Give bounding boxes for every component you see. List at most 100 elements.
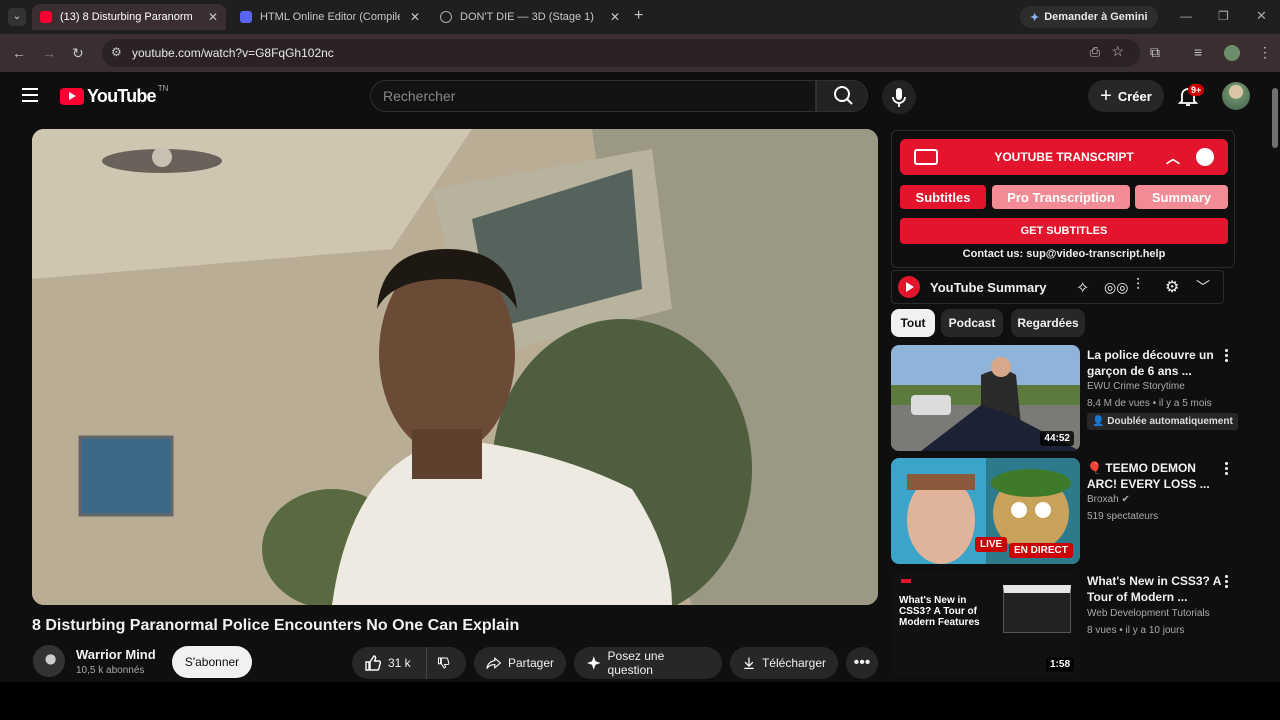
audio-wave-icon[interactable]: ⫶: [1136, 277, 1140, 295]
logo-region: TN: [157, 84, 169, 93]
verified-check-icon: ✔: [1121, 494, 1130, 505]
video-thumbnail[interactable]: LIVE EN DIRECT: [891, 458, 1080, 564]
recommendation-item[interactable]: 44:52 La police découvre un garçon de 6 …: [891, 345, 1261, 453]
video-thumbnail[interactable]: What's New in CSS3? A Tour of Modern Fea…: [891, 571, 1080, 677]
back-arrow-icon[interactable]: ←: [12, 45, 26, 61]
like-button[interactable]: 31 k: [352, 647, 426, 679]
account-avatar[interactable]: [1222, 82, 1250, 110]
address-bar-row: ← → ↻ ⚙ youtube.com/watch?v=G8FqGh102nc …: [0, 34, 1280, 72]
chip-podcast[interactable]: Podcast: [941, 309, 1003, 337]
restore-button[interactable]: ❐: [1218, 9, 1229, 23]
youtube-icon: [40, 11, 52, 23]
en-direct-label: EN DIRECT: [1014, 545, 1068, 556]
video-title: 8 Disturbing Paranormal Police Encounter…: [32, 617, 520, 634]
subtitles-button[interactable]: Subtitles: [900, 185, 986, 209]
code-screenshot-image: [1003, 585, 1071, 633]
close-icon[interactable]: ✕: [410, 10, 420, 24]
youtube-summary-bar[interactable]: YouTube Summary ✧ ◎◎ ⫶ ⚙ ﹀: [891, 270, 1224, 304]
thumbs-down-icon: [437, 657, 450, 669]
user-icon[interactable]: [1196, 148, 1214, 166]
more-horizontal-icon: •••: [853, 654, 871, 671]
channel-name[interactable]: Broxah ✔: [1087, 494, 1130, 505]
pro-transcription-button[interactable]: Pro Transcription: [992, 185, 1130, 209]
window-close-button[interactable]: ✕: [1256, 8, 1267, 24]
share-button[interactable]: Partager: [474, 647, 566, 679]
youtube-logo[interactable]: YouTube TN: [60, 84, 169, 107]
chevron-down-icon[interactable]: ﹀: [1196, 277, 1210, 297]
page-scrollbar[interactable]: [1270, 72, 1280, 682]
channel-name[interactable]: Web Development Tutorials: [1087, 608, 1210, 619]
more-actions-button[interactable]: •••: [846, 647, 878, 679]
create-button[interactable]: + Créer: [1088, 80, 1164, 112]
tab-dont-die[interactable]: DON'T DIE — 3D (Stage 1) ✕: [432, 4, 628, 30]
new-tab-button[interactable]: +: [634, 7, 643, 25]
tab-search-button[interactable]: ⌄: [8, 8, 26, 26]
live-label: LIVE: [980, 539, 1003, 550]
channel-avatar[interactable]: [33, 645, 65, 677]
bookmark-star-icon[interactable]: ☆: [1111, 43, 1124, 60]
settings-gear-icon[interactable]: ⚙: [1165, 277, 1179, 297]
install-app-icon[interactable]: ⎙: [1090, 44, 1100, 60]
close-icon[interactable]: ✕: [208, 10, 218, 24]
gemini-sparkle-icon: ✦: [1030, 11, 1040, 24]
sparkle-icon[interactable]: ✧: [1076, 278, 1089, 298]
summary-button[interactable]: Summary: [1135, 185, 1228, 209]
download-icon: [744, 657, 754, 670]
ask-label: Posez une question: [607, 649, 665, 677]
transcript-extension-panel: YOUTUBE TRANSCRIPT ︿ Subtitles Pro Trans…: [891, 130, 1235, 268]
recommendation-title[interactable]: What's New in CSS3? A Tour of Modern ...: [1087, 573, 1227, 605]
media-control-icon[interactable]: ≡: [1194, 44, 1202, 60]
channel-name[interactable]: Warrior Mind: [76, 647, 156, 662]
code-icon: [240, 11, 252, 23]
create-label: Créer: [1117, 88, 1152, 104]
dubbed-badge: 👤 Doublée automatiquement: [1087, 413, 1238, 430]
more-options-icon[interactable]: [1225, 462, 1229, 478]
summary-title: YouTube Summary: [930, 279, 1047, 295]
url-field[interactable]: ⚙ youtube.com/watch?v=G8FqGh102nc ⎙ ☆: [102, 39, 1140, 67]
get-subtitles-button[interactable]: GET SUBTITLES: [900, 218, 1228, 244]
tab-youtube[interactable]: (13) 8 Disturbing Paranorm ✕: [32, 4, 226, 30]
scrollbar-thumb[interactable]: [1272, 88, 1278, 148]
profile-avatar[interactable]: [1224, 45, 1240, 61]
video-meta: 8,4 M de vues • il y a 5 mois: [1087, 398, 1212, 409]
chip-all[interactable]: Tout: [891, 309, 935, 337]
search-input[interactable]: Rechercher: [370, 80, 816, 112]
hamburger-menu-icon[interactable]: [22, 88, 38, 102]
site-info-icon[interactable]: ⚙: [111, 45, 122, 59]
search-button[interactable]: [816, 80, 868, 112]
download-button[interactable]: Télécharger: [730, 647, 838, 679]
more-options-icon[interactable]: [1225, 349, 1229, 365]
reload-icon[interactable]: ↻: [72, 45, 84, 62]
browser-menu-icon[interactable]: ⋮: [1258, 44, 1272, 61]
live-badge: LIVE: [975, 537, 1008, 552]
close-icon[interactable]: ✕: [610, 10, 620, 24]
recommendation-item[interactable]: What's New in CSS3? A Tour of Modern Fea…: [891, 571, 1261, 679]
voice-search-button[interactable]: [882, 80, 916, 114]
subscriber-count: 10,5 k abonnés: [76, 665, 145, 676]
forward-arrow-icon[interactable]: →: [42, 45, 56, 61]
recommendation-item[interactable]: LIVE EN DIRECT 🎈 TEEMO DEMON ARC! EVERY …: [891, 458, 1261, 566]
ask-question-button[interactable]: Posez une question: [574, 647, 722, 679]
subscribe-button[interactable]: S'abonner: [172, 646, 252, 678]
channel-label: Broxah: [1087, 494, 1119, 505]
tab-html-editor[interactable]: HTML Online Editor (Compiler, ✕: [232, 4, 428, 30]
minimize-button[interactable]: —: [1180, 9, 1192, 23]
gemini-button[interactable]: ✦ Demander à Gemini: [1020, 6, 1158, 28]
video-player[interactable]: [32, 129, 878, 605]
sparkle-icon: [586, 656, 601, 670]
youtube-masthead: YouTube TN Rechercher + Créer 9+: [0, 72, 1280, 120]
more-options-icon[interactable]: [1225, 575, 1229, 591]
video-duration: 44:52: [1040, 431, 1074, 446]
dislike-button[interactable]: [426, 647, 466, 679]
glasses-icon[interactable]: ◎◎: [1104, 279, 1128, 296]
chip-watched[interactable]: Regardées: [1011, 309, 1085, 337]
extensions-icon[interactable]: ⧉: [1150, 44, 1160, 61]
chevron-up-icon[interactable]: ︿: [1166, 148, 1180, 168]
transcript-header[interactable]: YOUTUBE TRANSCRIPT ︿: [900, 139, 1228, 175]
video-thumbnail[interactable]: 44:52: [891, 345, 1080, 451]
recommendation-title[interactable]: 🎈 TEEMO DEMON ARC! EVERY LOSS ...: [1087, 460, 1227, 492]
dubbed-icon: 👤: [1092, 416, 1108, 427]
recommendation-title[interactable]: La police découvre un garçon de 6 ans ..…: [1087, 347, 1227, 379]
video-meta: 519 spectateurs: [1087, 511, 1159, 522]
channel-name[interactable]: EWU Crime Storytime: [1087, 381, 1185, 392]
